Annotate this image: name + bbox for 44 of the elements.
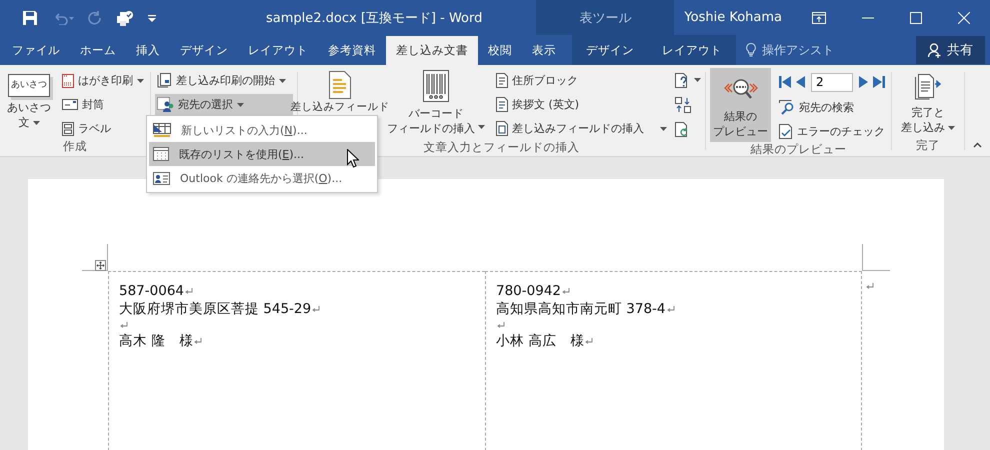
ribbon-button[interactable]: 差し込み印刷の開始 bbox=[155, 70, 293, 91]
address-line: 高知県高知市南元町 378-4 bbox=[496, 300, 666, 318]
ribbon-tab[interactable]: 挿入 bbox=[126, 35, 170, 65]
contextual-tab-label: 表ツール bbox=[536, 0, 674, 35]
finish-merge-button[interactable]: 完了と 差し込み bbox=[898, 68, 958, 138]
greeting-card-icon: あいさつ bbox=[8, 74, 50, 97]
group-label: 作成 bbox=[62, 139, 88, 155]
ribbon-tab[interactable]: デザイン bbox=[170, 35, 238, 65]
user-name[interactable]: Yoshie Kohama bbox=[674, 10, 802, 25]
ribbon-button[interactable]: エラーのチェック bbox=[777, 121, 887, 142]
record-number-field[interactable]: 2 bbox=[811, 72, 853, 92]
ribbon-button[interactable]: 封筒 bbox=[60, 94, 146, 115]
ribbon-tab[interactable]: 参考資料 bbox=[318, 35, 386, 65]
group-label: 結果のプレビュー bbox=[750, 142, 848, 157]
preview-results-button[interactable]: 結果の プレビュー bbox=[710, 68, 771, 142]
share-button[interactable]: 共有 bbox=[916, 36, 985, 64]
group-label: 文章入力とフィールドの挿入 bbox=[422, 140, 580, 156]
group-label: 完了 bbox=[915, 138, 941, 154]
menu-item[interactable]: Outlook の連絡先から選択(O)... bbox=[149, 166, 375, 190]
ribbon-tab[interactable]: 差し込み文書 bbox=[386, 36, 478, 65]
window-title: sample2.docx [互換モード] - Word bbox=[265, 10, 484, 26]
address-line: 大阪府堺市美原区菩提 545-29 bbox=[119, 300, 312, 318]
ribbon-tab[interactable]: ホーム bbox=[70, 35, 126, 65]
menu-item[interactable]: 既存のリストを使用(E)... bbox=[149, 142, 375, 166]
address-line: 780-0942 bbox=[496, 283, 561, 299]
address-line: 高木 隆 様 bbox=[119, 332, 194, 350]
ribbon-button[interactable]: 挨拶文 (英文) bbox=[494, 94, 669, 115]
address-line: 小林 高広 様 bbox=[496, 332, 584, 350]
menu-item[interactable]: 新しいリストの入力(N)... bbox=[149, 118, 375, 142]
button-label[interactable]: 差し込みフィールド bbox=[290, 101, 390, 114]
greeting-button[interactable]: あいさつ あいさつ 文 bbox=[4, 68, 54, 139]
ribbon-button[interactable]: ラベル bbox=[60, 118, 146, 139]
ribbon-tab[interactable]: 表示 bbox=[522, 35, 566, 65]
ribbon-tab[interactable]: デザイン bbox=[572, 35, 648, 65]
address-line: 587-0064 bbox=[119, 283, 184, 299]
ribbon-tab[interactable]: レイアウト bbox=[238, 35, 318, 65]
ribbon-tab[interactable]: レイアウト bbox=[648, 35, 736, 65]
ribbon-button[interactable]: はがき印刷 bbox=[60, 70, 146, 91]
ribbon-button[interactable]: 差し込みフィールドの挿入 bbox=[494, 118, 669, 139]
ribbon-tab[interactable]: ファイル bbox=[0, 35, 70, 65]
ribbon-button[interactable]: 住所ブロック bbox=[494, 70, 669, 91]
ribbon-tab[interactable]: 校閲 bbox=[478, 35, 522, 65]
tell-me-button[interactable]: 操作アシスト bbox=[736, 35, 844, 65]
ribbon-button[interactable]: 宛先の検索 bbox=[777, 97, 887, 118]
